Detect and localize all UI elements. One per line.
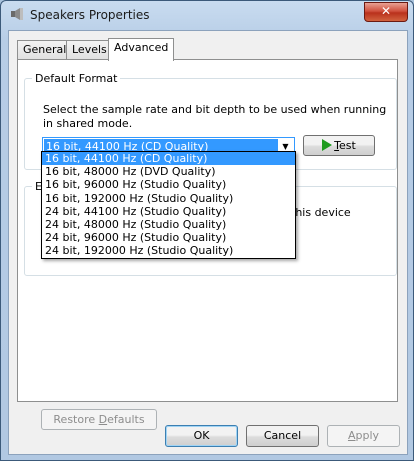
apply-button[interactable]: Apply <box>327 425 400 447</box>
list-item[interactable]: 16 bit, 48000 Hz (DVD Quality) <box>42 165 295 178</box>
restore-defaults-pre: Restore <box>53 413 99 426</box>
exclusive-mode-text: this device <box>291 206 351 219</box>
speaker-icon <box>11 8 23 20</box>
list-item[interactable]: 24 bit, 48000 Hz (Studio Quality) <box>42 218 295 231</box>
default-format-description: Select the sample rate and bit depth to … <box>43 103 387 130</box>
tab-levels[interactable]: Levels <box>66 40 113 59</box>
apply-accel: A <box>347 429 356 442</box>
list-item[interactable]: 24 bit, 96000 Hz (Studio Quality) <box>42 231 295 244</box>
cancel-button[interactable]: Cancel <box>246 425 319 447</box>
ok-button[interactable]: OK <box>165 425 238 447</box>
list-item[interactable]: 16 bit, 192000 Hz (Studio Quality) <box>42 192 295 205</box>
apply-label: pply <box>355 429 380 442</box>
close-button[interactable]: ✕ <box>364 2 408 22</box>
title-bar[interactable]: Speakers Properties ✕ <box>1 1 413 29</box>
window-title: Speakers Properties <box>30 8 150 22</box>
restore-defaults-accel: D <box>98 413 108 426</box>
tab-general[interactable]: General <box>17 40 73 59</box>
play-icon <box>322 139 333 151</box>
sample-rate-options-list: 16 bit, 44100 Hz (CD Quality) 16 bit, 48… <box>41 151 296 259</box>
default-format-label: Default Format <box>32 72 121 85</box>
test-button-label: est <box>339 139 356 152</box>
restore-defaults-post: efaults <box>107 413 145 426</box>
list-item[interactable]: 24 bit, 192000 Hz (Studio Quality) <box>42 244 295 257</box>
list-item[interactable]: 16 bit, 44100 Hz (CD Quality) <box>42 152 295 166</box>
list-item[interactable]: 16 bit, 96000 Hz (Studio Quality) <box>42 178 295 191</box>
tab-advanced[interactable]: Advanced <box>108 38 175 61</box>
close-icon: ✕ <box>380 4 392 18</box>
list-item[interactable]: 24 bit, 44100 Hz (Studio Quality) <box>42 205 295 218</box>
test-button[interactable]: Test <box>303 135 375 156</box>
restore-defaults-button[interactable]: Restore Defaults <box>41 409 157 430</box>
